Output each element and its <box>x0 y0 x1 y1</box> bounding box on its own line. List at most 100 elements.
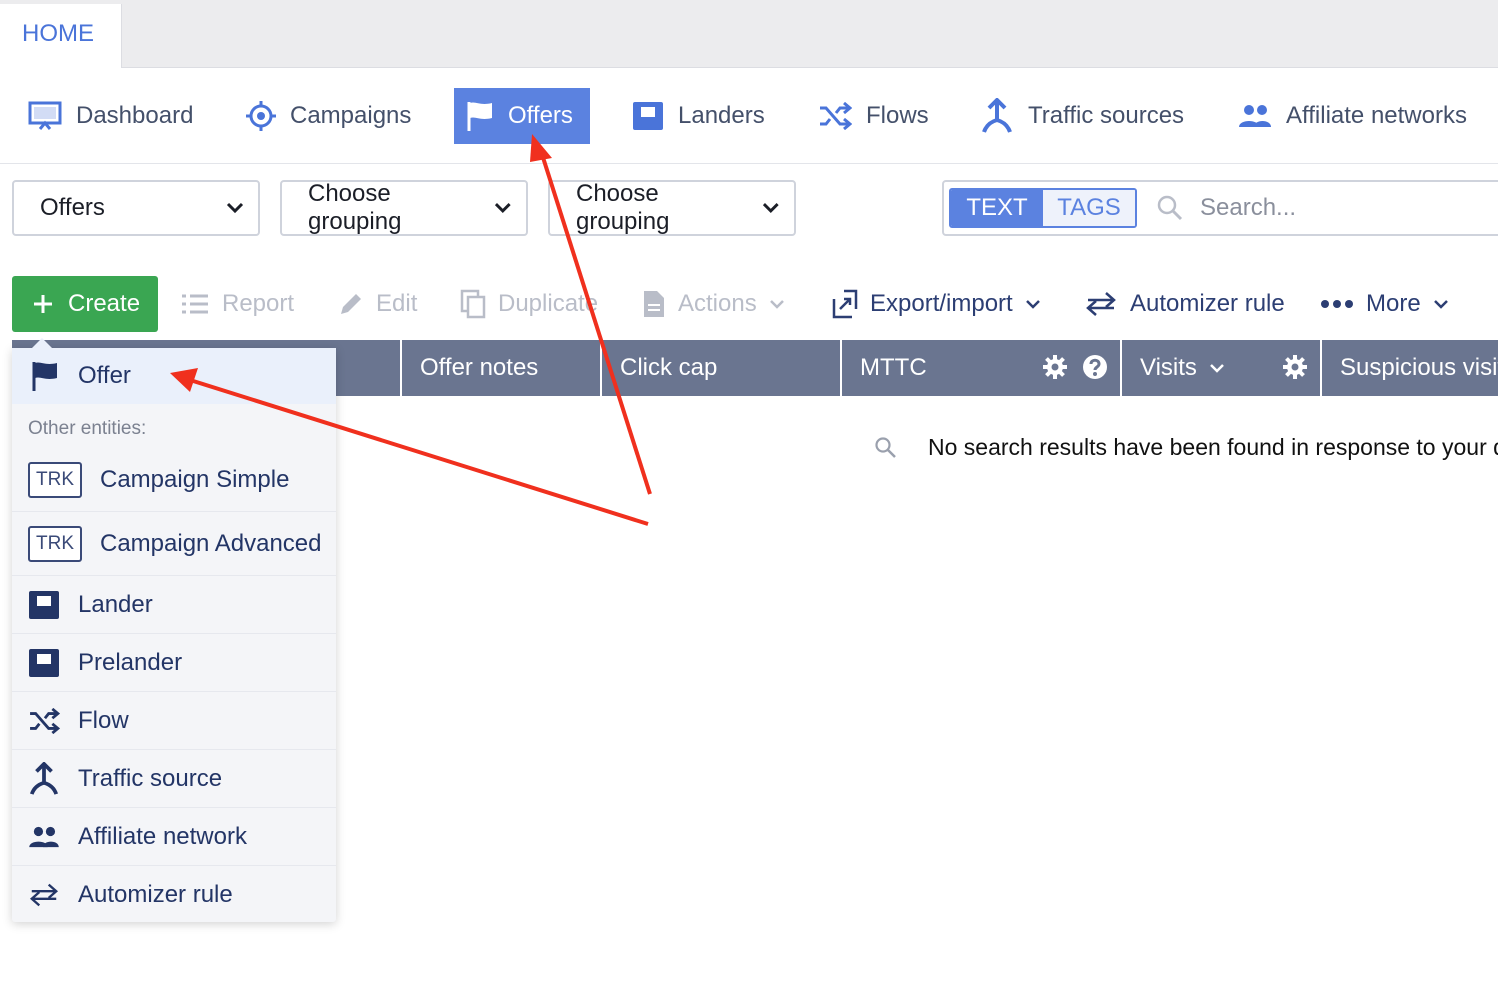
nav-label: Campaigns <box>290 102 412 129</box>
actions-button[interactable]: Actions <box>642 282 785 326</box>
chevron-down-icon <box>495 203 512 213</box>
toggle-text[interactable]: TEXT <box>951 190 1043 226</box>
nav-label: Dashboard <box>76 102 194 129</box>
gear-icon[interactable] <box>1042 354 1068 380</box>
app-window: HOME Dashboard Campaigns Offers Landers … <box>0 0 1498 988</box>
flag-icon <box>467 102 492 131</box>
chevron-down-icon <box>1025 300 1040 309</box>
column-label: Suspicious visits <box>1340 354 1498 381</box>
chevron-down-icon <box>763 203 780 213</box>
automizer-rule-button[interactable]: Automizer rule <box>1084 282 1285 326</box>
nav-item-offers[interactable]: Offers <box>454 88 590 144</box>
grouping-select-value: Choose grouping <box>576 180 670 235</box>
column-label: Visits <box>1140 354 1197 381</box>
menu-item-campaign-simple[interactable]: TRK Campaign Simple <box>12 448 336 512</box>
nav-item-traffic-sources[interactable]: Traffic sources <box>968 88 1196 144</box>
nav-item-affiliate-networks[interactable]: Affiliate networks <box>1226 88 1479 144</box>
edit-button[interactable]: Edit <box>338 282 417 326</box>
actions-label: Actions <box>678 290 757 317</box>
grouping-select-value: Choose grouping <box>308 180 402 235</box>
menu-item-campaign-advanced[interactable]: TRK Campaign Advanced <box>12 512 336 576</box>
traffic-source-icon <box>982 98 1012 133</box>
column-offer-notes[interactable]: Offer notes <box>400 340 600 396</box>
lander-icon <box>29 648 59 677</box>
copy-icon <box>460 289 486 319</box>
menu-item-label: Prelander <box>78 648 183 676</box>
gear-icon[interactable] <box>1282 354 1308 380</box>
top-tab-strip: HOME <box>0 0 1498 68</box>
create-button-label: Create <box>68 290 141 317</box>
menu-item-flow[interactable]: Flow <box>12 692 336 750</box>
column-click-cap[interactable]: Click cap <box>600 340 840 396</box>
shuffle-icon <box>30 707 60 734</box>
pencil-icon <box>341 294 361 314</box>
more-label: More <box>1366 290 1421 317</box>
column-mttc[interactable]: MTTC <box>840 340 1120 396</box>
export-import-button[interactable]: Export/import <box>832 282 1041 326</box>
column-label: MTTC <box>860 354 927 381</box>
menu-item-label: Offer <box>78 362 131 389</box>
more-button[interactable]: More <box>1320 282 1449 326</box>
nav-item-dashboard[interactable]: Dashboard <box>16 88 205 144</box>
menu-item-affiliate-network[interactable]: Affiliate network <box>12 808 336 866</box>
menu-item-offer[interactable]: Offer <box>12 348 336 404</box>
help-icon[interactable] <box>1082 354 1108 380</box>
export-import-label: Export/import <box>870 290 1013 317</box>
chevron-down-icon <box>1210 364 1224 373</box>
column-label: Offer notes <box>420 354 539 381</box>
search-mode-toggle: TEXT TAGS <box>949 188 1137 228</box>
empty-state: No search results have been found in res… <box>874 434 1498 461</box>
menu-item-label: Campaign Simple <box>100 465 290 493</box>
chevron-down-icon <box>1433 300 1448 309</box>
search-icon <box>875 436 896 458</box>
plus-icon <box>34 295 52 313</box>
nav-item-landers[interactable]: Landers <box>620 88 777 144</box>
document-icon <box>644 291 664 317</box>
menu-item-automizer-rule[interactable]: Automizer rule <box>12 866 336 924</box>
tab-home[interactable]: HOME <box>0 4 122 68</box>
toggle-tags[interactable]: TAGS <box>1043 190 1135 226</box>
create-button[interactable]: Create <box>12 276 158 332</box>
chevron-down-icon <box>226 202 244 214</box>
lander-icon <box>29 590 59 619</box>
swap-arrows-icon <box>29 883 59 907</box>
menu-item-label: Automizer rule <box>78 881 233 908</box>
menu-item-traffic-source[interactable]: Traffic source <box>12 750 336 808</box>
report-label: Report <box>222 290 295 317</box>
flag-icon <box>32 362 57 391</box>
search-icon <box>1157 195 1183 221</box>
shuffle-icon <box>820 102 852 130</box>
entity-select[interactable]: Offers <box>12 180 260 236</box>
menu-item-prelander[interactable]: Prelander <box>12 634 336 692</box>
duplicate-button[interactable]: Duplicate <box>460 282 598 326</box>
menu-section-label: Other entities: <box>28 418 147 439</box>
grouping-select-2[interactable]: Choose grouping <box>548 180 796 236</box>
automizer-rule-label: Automizer rule <box>1130 290 1285 317</box>
chevron-down-icon <box>769 300 784 309</box>
nav-label: Landers <box>678 102 765 129</box>
report-button[interactable]: Report <box>180 282 294 326</box>
traffic-source-icon <box>29 761 59 795</box>
grouping-select-1[interactable]: Choose grouping <box>280 180 528 236</box>
nav-item-flows[interactable]: Flows <box>806 88 941 144</box>
monitor-icon <box>28 101 62 130</box>
empty-state-message: No search results have been found in res… <box>928 434 1498 460</box>
search-input[interactable]: Search... <box>1200 194 1296 222</box>
more-dots-icon <box>1321 300 1353 308</box>
trk-badge: TRK <box>28 461 82 498</box>
nav-label: Offers <box>508 102 573 129</box>
users-icon <box>29 826 59 847</box>
swap-arrows-icon <box>1086 292 1116 316</box>
lander-icon <box>633 102 663 130</box>
edit-label: Edit <box>376 290 418 317</box>
nav-label: Traffic sources <box>1028 102 1185 129</box>
duplicate-label: Duplicate <box>498 290 599 317</box>
users-icon <box>1239 105 1271 127</box>
column-suspicious-visits[interactable]: Suspicious visits <box>1320 340 1498 396</box>
list-icon <box>182 294 208 314</box>
menu-item-lander[interactable]: Lander <box>12 576 336 634</box>
menu-item-label: Affiliate network <box>78 822 247 850</box>
nav-item-campaigns[interactable]: Campaigns <box>234 88 423 144</box>
menu-item-label: Traffic source <box>78 764 223 792</box>
column-visits[interactable]: Visits <box>1120 340 1320 396</box>
